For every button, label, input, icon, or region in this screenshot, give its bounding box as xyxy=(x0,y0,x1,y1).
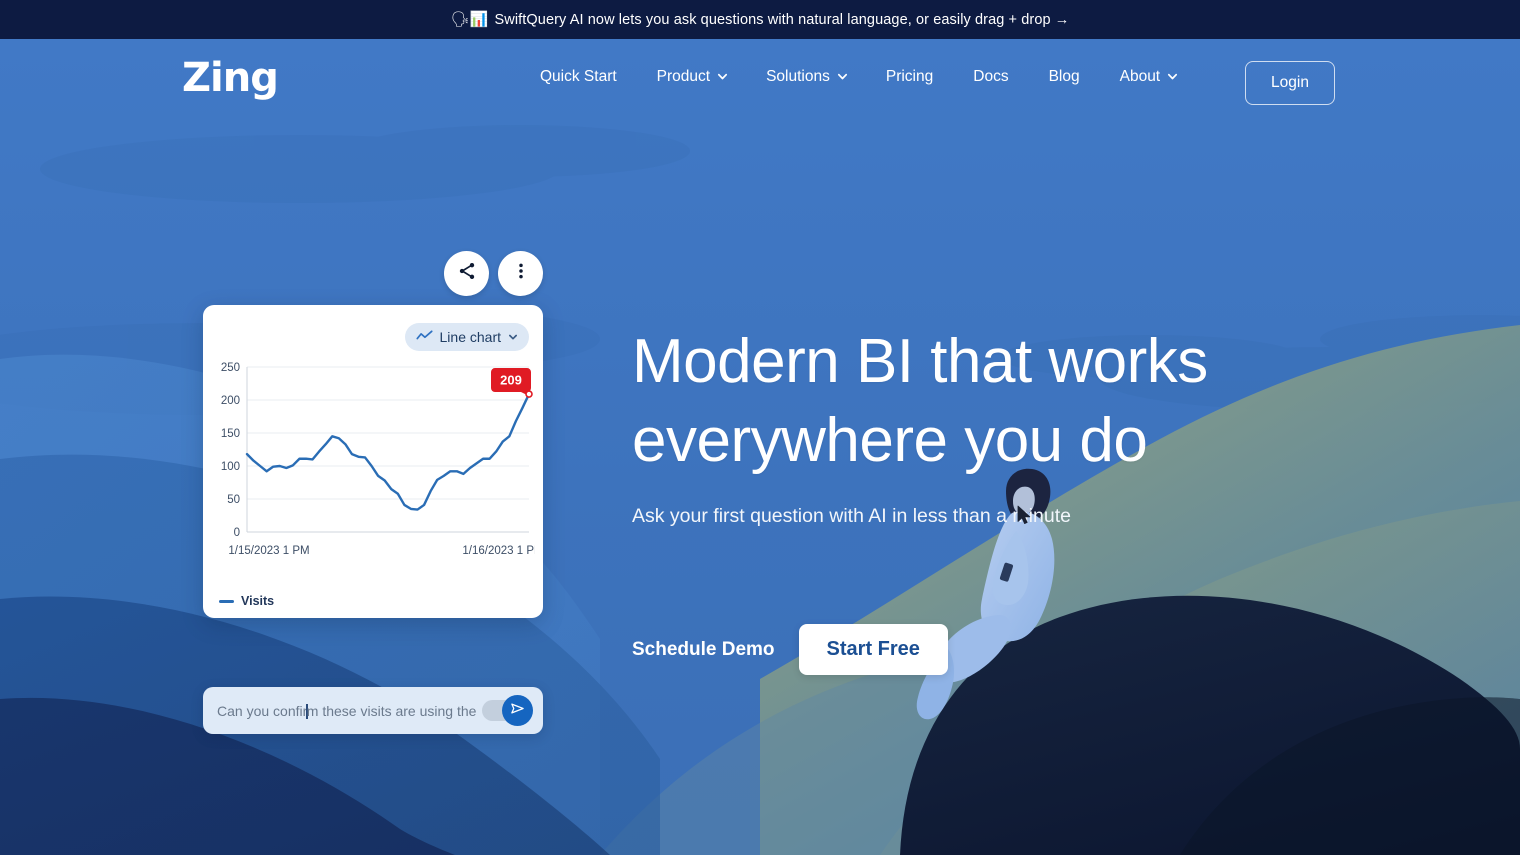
announcement-emoji: 🗣📊 xyxy=(450,11,489,28)
chart-card: Line chart 0 50 100 150 200 250 1/15/2023 1 PM… xyxy=(203,305,544,618)
announcement-text: SwiftQuery AI now lets you ask questions… xyxy=(494,11,1070,28)
page-title: Modern BI that works everywhere you do xyxy=(632,327,1208,476)
send-button[interactable] xyxy=(502,695,533,726)
chevron-down-icon xyxy=(508,329,518,345)
svg-text:250: 250 xyxy=(221,362,240,374)
svg-text:0: 0 xyxy=(234,527,240,539)
card-floating-actions xyxy=(444,251,543,296)
visits-line-chart: 0 50 100 150 200 250 1/15/2023 1 PM 1/16/2023 1… xyxy=(221,362,544,557)
schedule-demo-button[interactable]: Schedule Demo xyxy=(632,639,775,661)
hero-cta-group: Schedule Demo Start Free xyxy=(632,624,948,675)
ai-question-text-before: Can you confir xyxy=(217,702,308,719)
chart-plot-area: 0 50 100 150 200 250 1/15/2023 1 PM 1/16/2023 1… xyxy=(213,357,544,572)
send-paper-plane-icon xyxy=(510,701,525,721)
chart-type-selector[interactable]: Line chart xyxy=(404,323,529,351)
top-navigation xyxy=(0,39,1520,127)
chart-legend: Visits xyxy=(219,594,274,608)
svg-text:150: 150 xyxy=(221,428,240,440)
ai-question-input[interactable]: Can you confirm these visits are using t… xyxy=(203,687,543,734)
svg-text:200: 200 xyxy=(221,395,240,407)
hero-subheadline: Ask your first question with AI in less … xyxy=(632,505,1071,527)
start-free-button[interactable]: Start Free xyxy=(798,624,948,675)
kebab-menu-icon xyxy=(511,261,531,286)
announcement-bar[interactable]: 🗣📊 SwiftQuery AI now lets you ask questi… xyxy=(0,0,1520,39)
svg-text:1/16/2023 1 PM: 1/16/2023 1 PM xyxy=(462,545,535,557)
svg-text:1/15/2023 1 PM: 1/15/2023 1 PM xyxy=(228,545,309,557)
ai-question-text: Can you confirm these visits are using t… xyxy=(217,703,482,719)
svg-text:209: 209 xyxy=(500,373,522,388)
chart-type-label: Line chart xyxy=(439,329,501,345)
line-chart-icon xyxy=(415,329,433,345)
share-icon xyxy=(457,261,477,286)
svg-text:50: 50 xyxy=(227,494,240,506)
svg-text:100: 100 xyxy=(221,461,240,473)
ai-question-text-after: m these visits are using the xyxy=(306,702,477,719)
more-options-button[interactable] xyxy=(498,251,543,296)
legend-swatch-visits xyxy=(219,599,234,603)
share-button[interactable] xyxy=(444,251,489,296)
legend-label-visits: Visits xyxy=(241,594,275,608)
